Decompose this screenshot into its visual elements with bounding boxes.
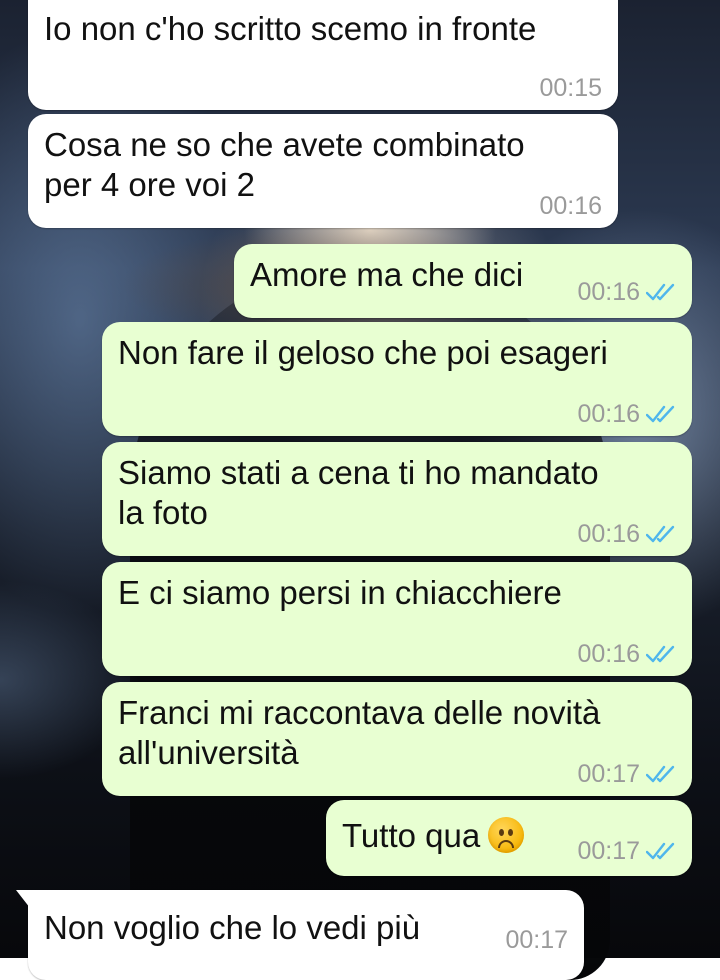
message-meta: 00:17 [577,837,676,865]
message-bubble-outgoing[interactable]: Amore ma che dici 00:16 [234,244,692,318]
message-bubble-incoming[interactable]: Non voglio che lo vedi più 00:17 [16,890,584,980]
message-text: Io non c'ho scritto scemo in fronte [44,9,536,49]
message-line: all'università [118,734,299,771]
read-double-check-icon [646,283,675,301]
message-meta: 00:16 [577,278,676,306]
message-line: E ci siamo persi in chiacchiere [118,574,562,611]
read-double-check-icon [646,765,675,783]
message-text: Cosa ne so che avete combinato per 4 ore… [44,125,525,205]
message-bubble-incoming[interactable]: Cosa ne so che avete combinato per 4 ore… [28,114,618,228]
message-line: Amore ma che dici [250,256,524,293]
read-double-check-icon [646,525,675,543]
message-line: Tutto qua [342,817,481,854]
message-meta: 00:16 [577,640,676,668]
message-line: Franci mi raccontava delle novità [118,694,601,731]
message-time: 00:16 [577,278,640,306]
message-bubble-outgoing[interactable]: Tutto qua 00:17 [326,800,692,876]
message-line: Non fare il geloso che poi esageri [118,334,608,371]
message-line: Cosa ne so che avete combinato [44,126,525,163]
message-meta: 00:17 [577,760,676,788]
message-text: Non fare il geloso che poi esageri [118,333,608,373]
message-bubble-outgoing[interactable]: Siamo stati a cena ti ho mandato la foto… [102,442,692,556]
message-text: E ci siamo persi in chiacchiere [118,573,562,613]
message-text: Amore ma che dici [250,255,523,295]
message-time: 00:17 [505,926,568,954]
message-time: 00:15 [539,74,602,102]
message-text: Non voglio che lo vedi più [44,908,420,948]
message-line: la foto [118,494,208,531]
message-time: 00:16 [577,520,640,548]
bubble-tail [16,890,30,908]
frowning-face-icon [488,817,525,853]
message-bubble-outgoing[interactable]: Franci mi raccontava delle novità all'un… [102,682,692,796]
read-double-check-icon [646,405,675,423]
message-time: 00:16 [577,400,640,428]
message-text: Tutto qua [342,816,525,856]
message-line: Io non c'ho scritto scemo in fronte [44,10,537,47]
message-meta: 00:15 [539,74,602,102]
message-bubble-incoming[interactable]: Io non c'ho scritto scemo in fronte 00:1… [28,0,618,110]
message-line: per 4 ore voi 2 [44,166,255,203]
message-line: Siamo stati a cena ti ho mandato [118,454,599,491]
message-bubble-outgoing[interactable]: E ci siamo persi in chiacchiere 00:16 [102,562,692,676]
message-meta: 00:16 [577,400,676,428]
message-bubble-outgoing[interactable]: Non fare il geloso che poi esageri 00:16 [102,322,692,436]
message-text: Franci mi raccontava delle novità all'un… [118,693,600,773]
read-double-check-icon [646,842,675,860]
read-double-check-icon [646,645,675,663]
message-text: Siamo stati a cena ti ho mandato la foto [118,453,599,533]
message-line: Non voglio che lo vedi più [44,909,421,946]
message-time: 00:16 [539,192,602,220]
message-time: 00:17 [577,760,640,788]
message-time: 00:16 [577,640,640,668]
message-time: 00:17 [577,837,640,865]
message-meta: 00:16 [539,192,602,220]
message-meta: 00:17 [505,926,568,954]
message-meta: 00:16 [577,520,676,548]
